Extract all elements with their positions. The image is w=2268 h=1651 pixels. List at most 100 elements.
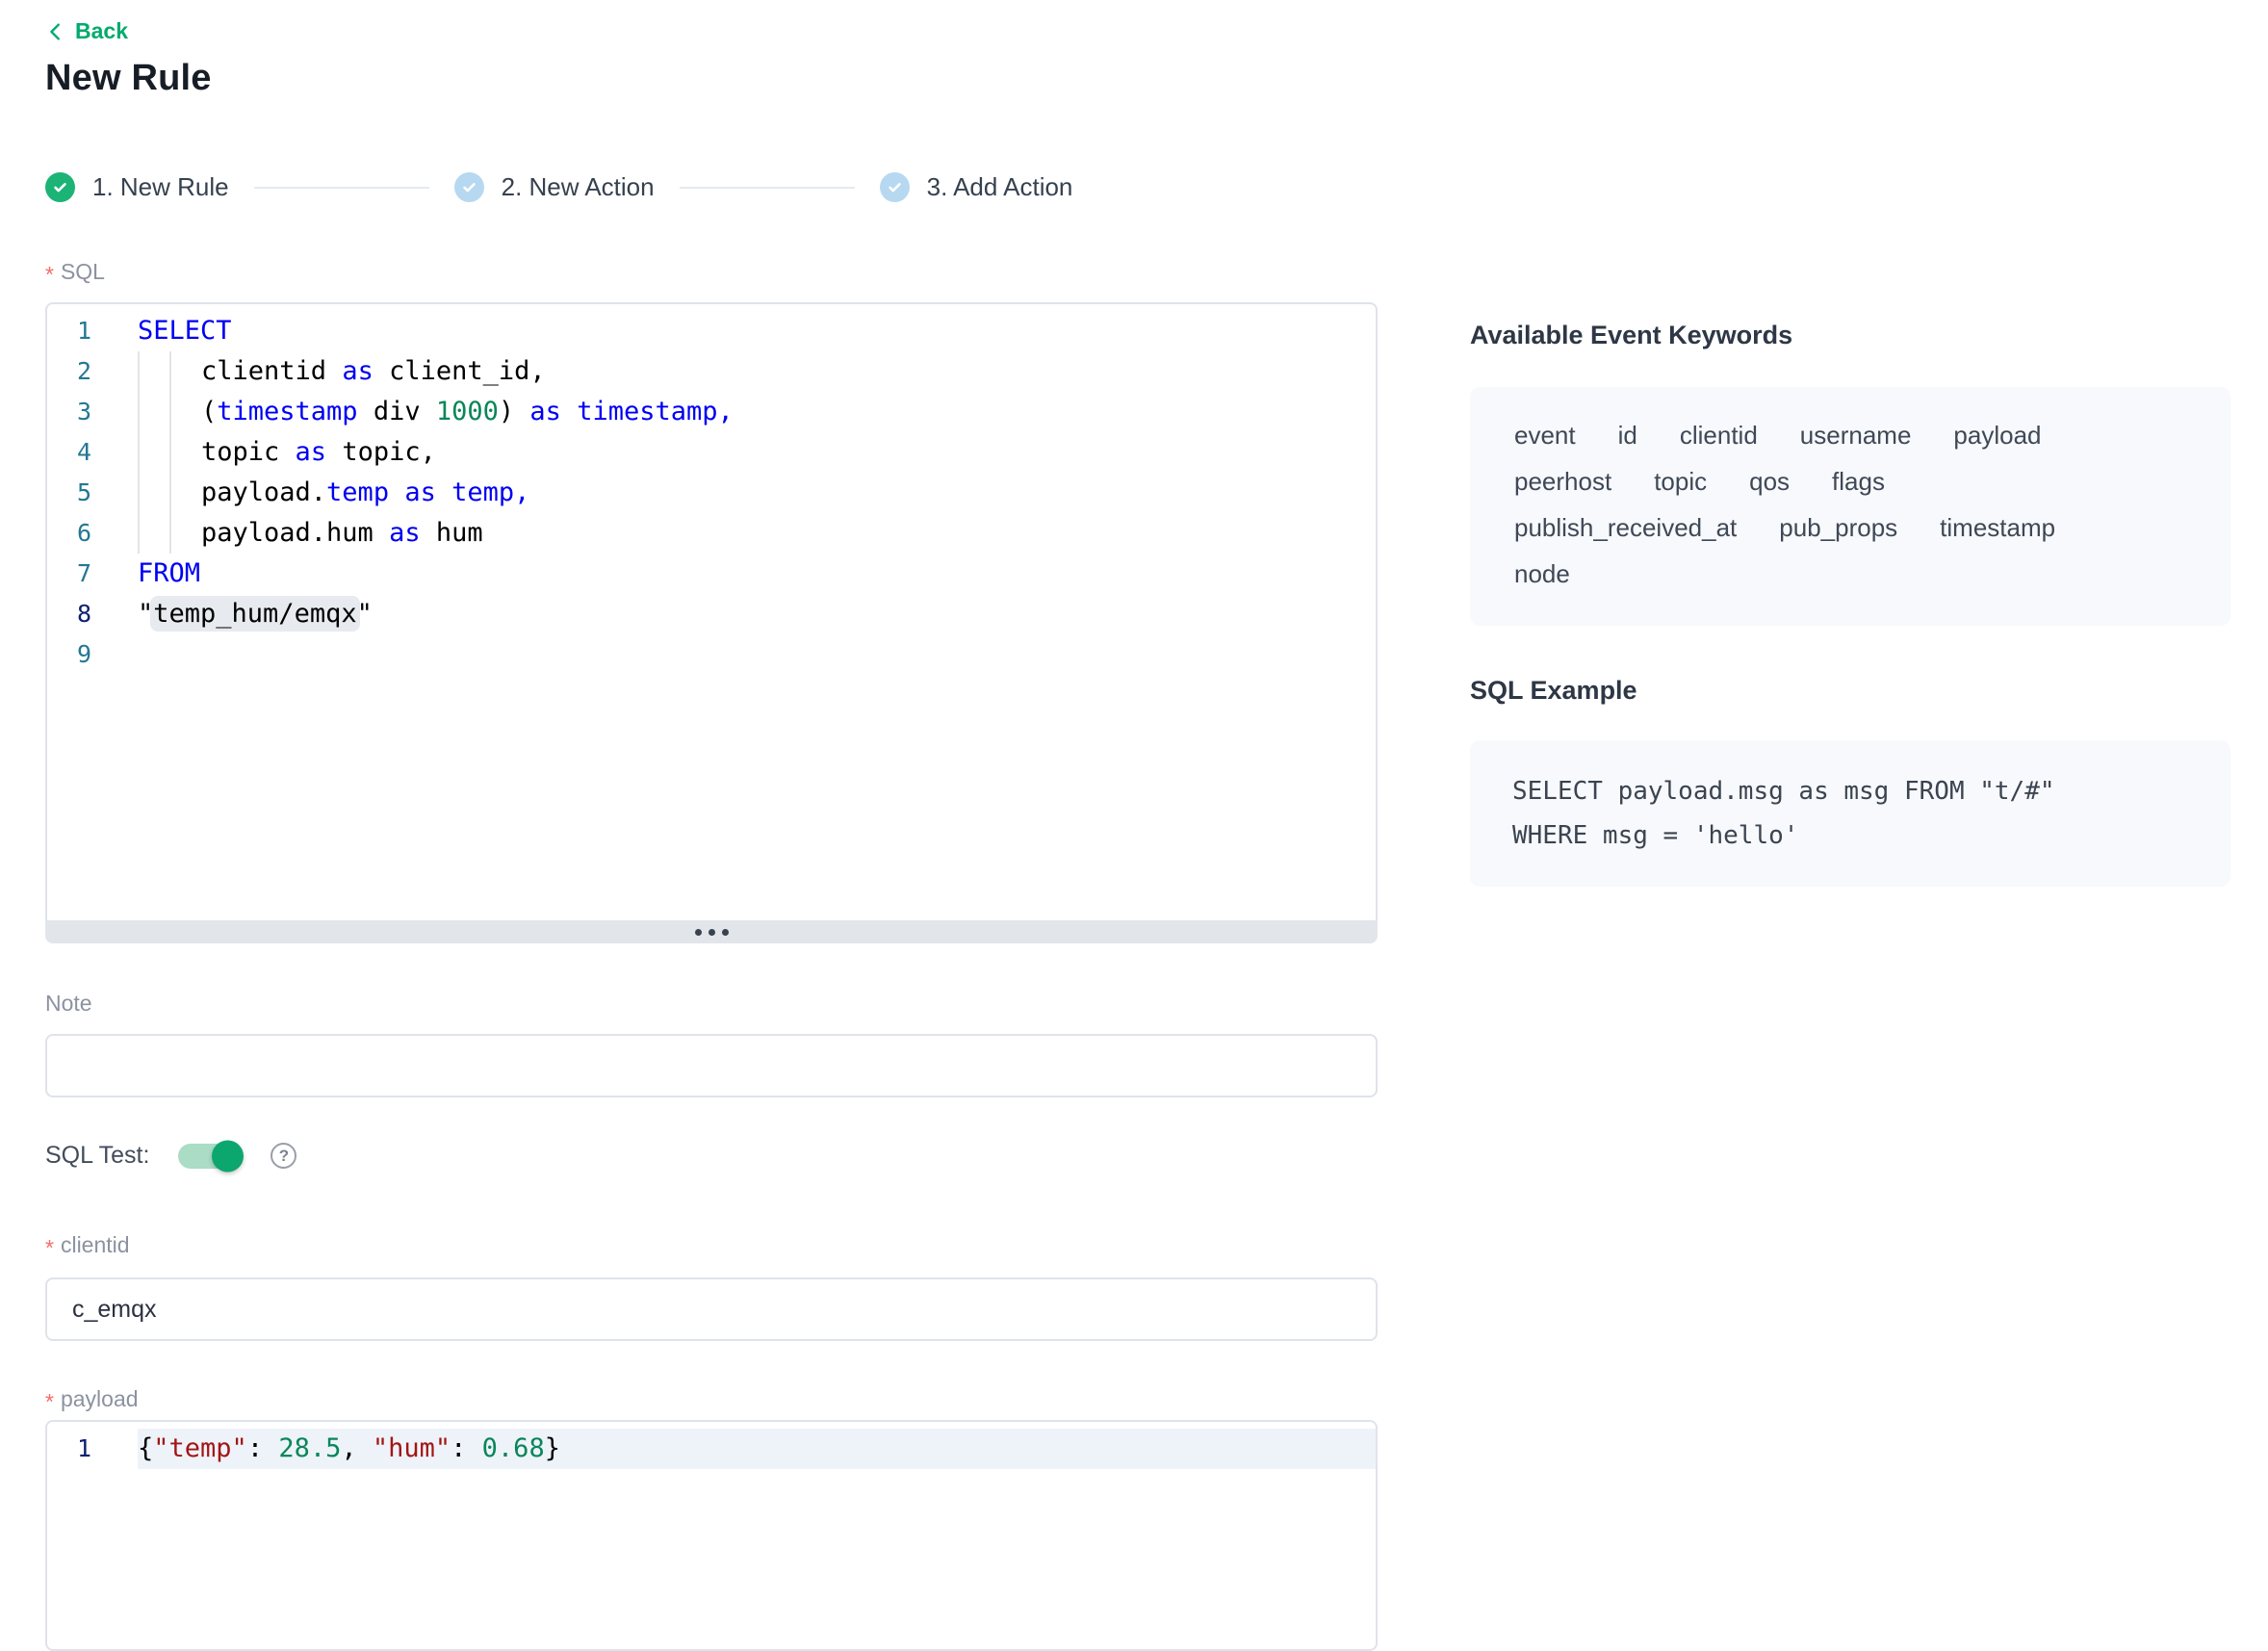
payload-label-text: payload <box>61 1386 139 1412</box>
sql-test-toggle[interactable] <box>178 1144 242 1169</box>
keyword-peerhost: peerhost <box>1514 458 1611 504</box>
sql-field-label: * SQL <box>45 258 105 286</box>
main-form-column: Back New Rule 1. New Rule 2. New Action … <box>45 0 1378 1651</box>
keyword-clientid: clientid <box>1680 412 1758 458</box>
toggle-knob <box>212 1140 244 1172</box>
check-circle-icon <box>45 172 75 202</box>
token-kw: timestamp <box>217 397 357 426</box>
payload-field-label: * payload <box>45 1385 139 1413</box>
line-number: 6 <box>47 513 91 554</box>
code-line-3[interactable]: 3 (timestamp div 1000) as timestamp, <box>47 392 1376 432</box>
code-line-content: (timestamp div 1000) as timestamp, <box>138 392 1376 432</box>
clientid-field-label: * clientid <box>45 1231 130 1259</box>
indent-guide <box>169 351 171 392</box>
step-label: 2. New Action <box>502 172 655 202</box>
required-asterisk: * <box>45 1237 54 1259</box>
line-number: 1 <box>47 311 91 351</box>
sql-example-title: SQL Example <box>1470 676 2230 706</box>
dot <box>695 929 702 936</box>
token-hl: temp_hum/emqx <box>153 599 356 629</box>
token-kw: as <box>342 356 374 386</box>
token-kw: as <box>529 397 561 426</box>
step-3-add-action[interactable]: 3. Add Action <box>880 172 1073 202</box>
sql-editor-content[interactable]: 1 SELECT 2clientid as client_id,3 (timestam… <box>45 302 1378 920</box>
sql-label-text: SQL <box>61 259 105 285</box>
code-line-content: FROM <box>138 554 1376 594</box>
step-label: 1. New Rule <box>92 172 229 202</box>
note-label-text: Note <box>45 991 92 1017</box>
line-number: 8 <box>47 594 91 634</box>
keyword-row: publish_received_atpub_propstimestamp <box>1514 504 2186 551</box>
sql-test-row: SQL Test: ? <box>45 1142 1378 1170</box>
code-line-1[interactable]: 1{"temp": 28.5, "hum": 0.68} <box>47 1429 1376 1469</box>
help-sidebar: Available Event Keywords eventidclientid… <box>1470 321 2230 887</box>
token-txt: topic <box>201 437 296 467</box>
line-number: 7 <box>47 554 91 594</box>
keyword-qos: qos <box>1749 458 1790 504</box>
line-number: 5 <box>47 473 91 513</box>
code-line-5[interactable]: 5 payload.temp as temp, <box>47 473 1376 513</box>
payload-code-editor[interactable]: 1{"temp": 28.5, "hum": 0.68} <box>45 1420 1378 1651</box>
step-2-new-action[interactable]: 2. New Action <box>454 172 655 202</box>
indent-guide <box>138 392 140 432</box>
keyword-username: username <box>1800 412 1912 458</box>
sql-code-editor[interactable]: 1 SELECT 2clientid as client_id,3 (timestam… <box>45 302 1378 943</box>
code-line-6[interactable]: 6 payload.hum as hum <box>47 513 1376 554</box>
required-asterisk: * <box>45 264 54 286</box>
token-txt: clientid <box>201 356 342 386</box>
token-txt: topic, <box>326 437 436 467</box>
code-tokens: FROM <box>138 554 200 594</box>
code-line-7[interactable]: 7 FROM <box>47 554 1376 594</box>
code-tokens: (timestamp div 1000) as timestamp, <box>138 392 734 432</box>
code-line-content: payload.temp as temp, <box>138 473 1376 513</box>
keywords-panel: eventidclientidusernamepayloadpeerhostto… <box>1470 387 2230 626</box>
token-txt: " <box>138 599 153 629</box>
payload-editor-content[interactable]: 1{"temp": 28.5, "hum": 0.68} <box>45 1420 1378 1651</box>
code-line-2[interactable]: 2clientid as client_id, <box>47 351 1376 392</box>
code-tokens: payload.hum as hum <box>138 513 483 554</box>
code-line-content: SELECT <box>138 311 1376 351</box>
code-line-9[interactable]: 9 <box>47 634 1376 675</box>
indent-guide <box>169 392 171 432</box>
indent-guide <box>169 432 171 473</box>
token-txt <box>561 397 577 426</box>
token-txt: : <box>247 1433 279 1463</box>
token-txt: : <box>451 1433 482 1463</box>
sql-test-label: SQL Test: <box>45 1142 149 1170</box>
editor-resize-handle[interactable] <box>45 920 1378 943</box>
code-tokens: topic as topic, <box>138 432 436 473</box>
step-connector <box>254 187 429 189</box>
code-tokens: clientid as client_id, <box>138 351 546 392</box>
code-line-content <box>138 634 1376 675</box>
token-kw: as <box>296 437 327 467</box>
token-txt: ( <box>201 397 217 426</box>
indent-guide <box>138 432 140 473</box>
token-txt <box>436 477 451 507</box>
sql-example-line: WHERE msg = 'hello' <box>1512 813 2188 858</box>
step-label: 3. Add Action <box>927 172 1073 202</box>
code-line-content: "temp_hum/emqx" <box>138 594 1376 634</box>
code-line-1[interactable]: 1 SELECT <box>47 311 1376 351</box>
step-1-new-rule[interactable]: 1. New Rule <box>45 172 229 202</box>
back-link[interactable]: Back <box>45 18 128 44</box>
clientid-input[interactable] <box>45 1277 1378 1341</box>
token-txt: div <box>358 397 436 426</box>
line-number: 3 <box>47 392 91 432</box>
note-input[interactable] <box>45 1034 1378 1097</box>
help-question-icon[interactable]: ? <box>271 1143 296 1169</box>
token-txt: , <box>341 1433 373 1463</box>
back-label: Back <box>75 18 128 44</box>
token-txt: { <box>138 1433 153 1463</box>
required-asterisk: * <box>45 1391 54 1413</box>
code-line-8[interactable]: 8 "temp_hum/emqx" <box>47 594 1376 634</box>
clientid-label-text: clientid <box>61 1232 130 1258</box>
line-number: 9 <box>47 634 91 675</box>
code-line-4[interactable]: 4topic as topic, <box>47 432 1376 473</box>
code-line-content: topic as topic, <box>138 432 1376 473</box>
token-txt: hum <box>421 518 483 548</box>
keyword-event: event <box>1514 412 1576 458</box>
check-circle-icon <box>880 172 910 202</box>
code-line-content: payload.hum as hum <box>138 513 1376 554</box>
token-txt: payload.hum <box>201 518 389 548</box>
token-kw: SELECT <box>138 316 232 346</box>
